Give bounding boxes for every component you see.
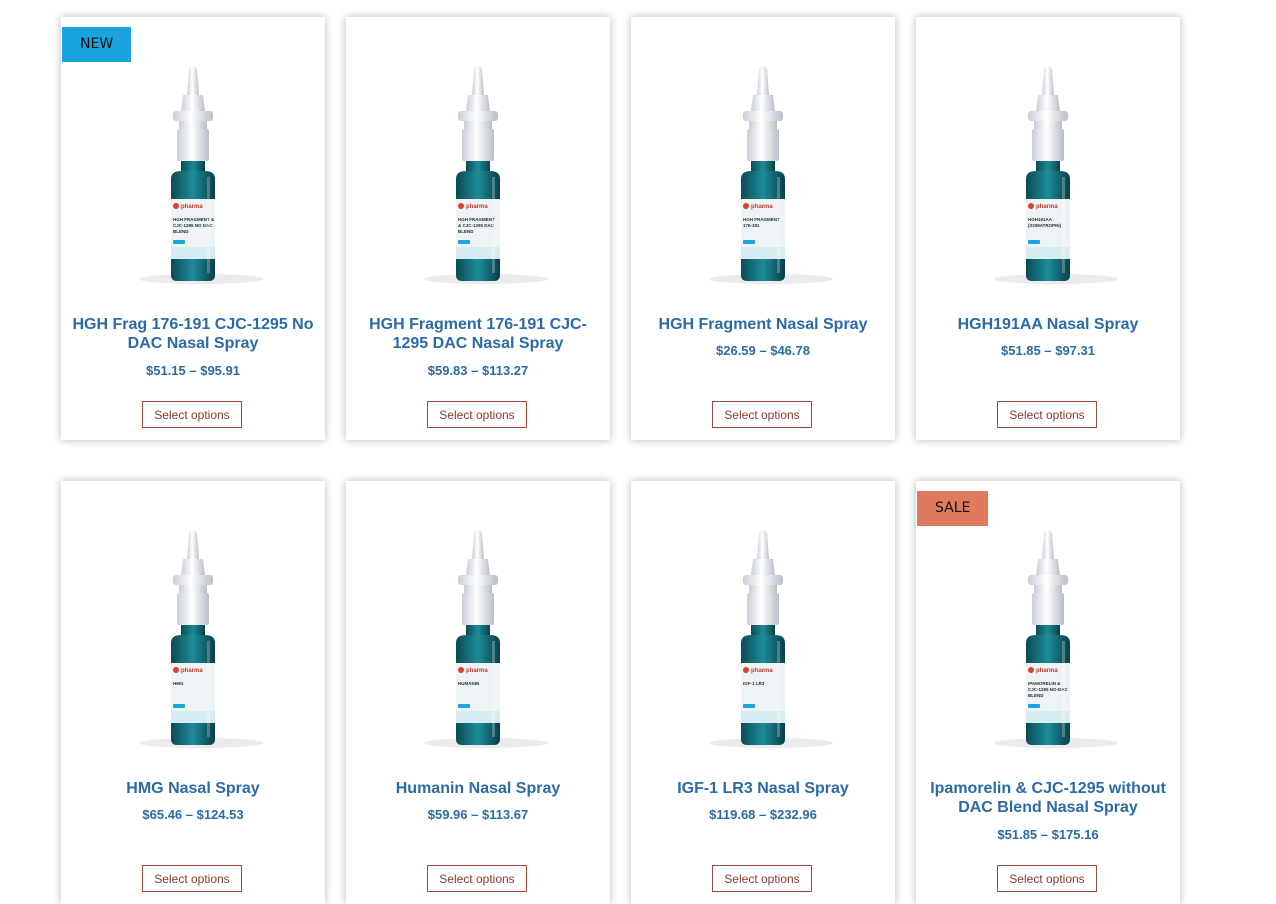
- svg-text:BLEND: BLEND: [458, 229, 474, 234]
- nasal-spray-bottle-image: pharmaHGH FRAGMENT &CJC-1295 NO DACBLEND: [139, 66, 263, 284]
- svg-text:pharma: pharma: [751, 204, 773, 210]
- nasal-spray-bottle-image: pharma HMG: [139, 530, 263, 748]
- product-image[interactable]: pharma HGH191AA (SOMATROPIN): [916, 37, 1180, 299]
- svg-text:pharma: pharma: [181, 204, 203, 210]
- svg-text:pharma: pharma: [751, 668, 773, 674]
- product-card[interactable]: NEW pharma HGH FRAGMENT & CJC-1295 NO DAC B…: [61, 17, 325, 440]
- product-image[interactable]: pharma HGH FRAGMENT 176-191: [631, 37, 895, 299]
- product-title-link[interactable]: HGH191AA Nasal Spray: [922, 315, 1174, 334]
- product-price: $59.96 – $113.67: [427, 807, 529, 822]
- svg-text:HGH FRAGMENT: HGH FRAGMENT: [458, 217, 495, 222]
- nasal-spray-bottle-image: pharma HGH191AA(SOMATROPIN): [994, 66, 1118, 284]
- svg-text:pharma: pharma: [466, 668, 488, 674]
- select-options-button[interactable]: Select options: [142, 865, 242, 892]
- nasal-spray-bottle-image: pharma IGF-1 LR3: [709, 530, 833, 748]
- nasal-spray-bottle-image: pharma HGH FRAGMENT& CJC-1295 DACBLEND: [424, 66, 548, 284]
- product-card[interactable]: pharma HUMANIN Humanin Nasal Spray $59.96…: [346, 481, 610, 904]
- svg-text:IGF-1 LR3: IGF-1 LR3: [743, 681, 765, 686]
- product-card[interactable]: pharma HGH FRAGMENT 176-191 HGH Fragment N…: [631, 17, 895, 440]
- select-options-button[interactable]: Select options: [997, 401, 1097, 428]
- svg-text:BLEND: BLEND: [173, 229, 189, 234]
- product-image[interactable]: pharma IPAMORELIN & CJC-1295 NO-DAC BLEND: [916, 501, 1180, 763]
- product-title-link[interactable]: HGH Fragment 176-191 CJC-1295 DAC Nasal …: [352, 315, 604, 353]
- product-price: $59.83 – $113.27: [427, 363, 529, 378]
- select-options-button[interactable]: Select options: [427, 401, 527, 428]
- svg-text:IPAMORELIN &: IPAMORELIN &: [1028, 681, 1061, 686]
- svg-text:pharma: pharma: [1036, 668, 1058, 674]
- svg-text:& CJC-1295 DAC: & CJC-1295 DAC: [458, 223, 495, 228]
- product-image[interactable]: pharma IGF-1 LR3: [631, 501, 895, 763]
- product-price: $51.85 – $97.31: [1001, 343, 1095, 358]
- select-options-button[interactable]: Select options: [712, 865, 812, 892]
- select-options-button[interactable]: Select options: [142, 401, 242, 428]
- nasal-spray-bottle-image: pharma HUMANIN: [424, 530, 548, 748]
- nasal-spray-bottle-image: pharmaIPAMORELIN &CJC-1295 NO-DACBLEND: [994, 530, 1118, 748]
- product-image[interactable]: pharma HGH FRAGMENT & CJC-1295 DAC BLEND: [346, 37, 610, 299]
- product-card[interactable]: pharma IGF-1 LR3 IGF-1 LR3 Nasal Spray $1…: [631, 481, 895, 904]
- product-card[interactable]: SALE pharma IPAMORELIN & CJC-1295 NO-DAC BL…: [916, 481, 1180, 904]
- product-image[interactable]: pharma HMG: [61, 501, 325, 763]
- svg-text:pharma: pharma: [1036, 204, 1058, 210]
- product-title-link[interactable]: HMG Nasal Spray: [67, 779, 319, 798]
- select-options-button[interactable]: Select options: [427, 865, 527, 892]
- svg-text:BLEND: BLEND: [1028, 693, 1044, 698]
- product-price: $51.15 – $95.91: [146, 363, 240, 378]
- svg-text:HMG: HMG: [173, 681, 184, 686]
- product-price: $26.59 – $46.78: [716, 343, 810, 358]
- svg-text:HGH FRAGMENT: HGH FRAGMENT: [743, 217, 780, 222]
- svg-text:176-191: 176-191: [743, 223, 760, 228]
- product-price: $65.46 – $124.53: [142, 807, 244, 822]
- product-image[interactable]: pharma HUMANIN: [346, 501, 610, 763]
- svg-text:(SOMATROPIN): (SOMATROPIN): [1028, 223, 1062, 228]
- product-title-link[interactable]: Humanin Nasal Spray: [352, 779, 604, 798]
- select-options-button[interactable]: Select options: [712, 401, 812, 428]
- nasal-spray-bottle-image: pharma HGH FRAGMENT176-191: [709, 66, 833, 284]
- product-card[interactable]: pharma HMG HMG Nasal Spray $65.46 – $124.…: [61, 481, 325, 904]
- product-title-link[interactable]: Ipamorelin & CJC-1295 without DAC Blend …: [922, 779, 1174, 817]
- product-card[interactable]: pharma HGH FRAGMENT & CJC-1295 DAC BLEND HG…: [346, 17, 610, 440]
- product-price: $51.85 – $175.16: [997, 827, 1099, 842]
- product-image[interactable]: pharma HGH FRAGMENT & CJC-1295 NO DAC BLEND: [61, 37, 325, 299]
- svg-text:HGH191AA: HGH191AA: [1028, 217, 1053, 222]
- svg-text:pharma: pharma: [466, 204, 488, 210]
- product-card[interactable]: pharma HGH191AA (SOMATROPIN) HGH191AA Nasa…: [916, 17, 1180, 440]
- select-options-button[interactable]: Select options: [997, 865, 1097, 892]
- product-title-link[interactable]: HGH Fragment Nasal Spray: [637, 315, 889, 334]
- svg-text:HUMANIN: HUMANIN: [458, 681, 479, 686]
- product-title-link[interactable]: IGF-1 LR3 Nasal Spray: [637, 779, 889, 798]
- product-title-link[interactable]: HGH Frag 176-191 CJC-1295 No DAC Nasal S…: [67, 315, 319, 353]
- svg-text:pharma: pharma: [181, 668, 203, 674]
- product-price: $119.68 – $232.96: [709, 807, 817, 822]
